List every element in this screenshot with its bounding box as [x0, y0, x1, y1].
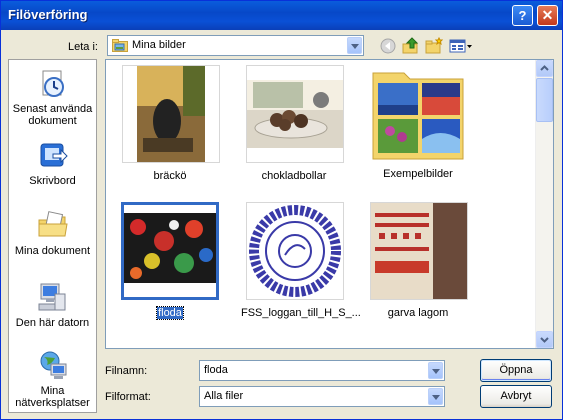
place-my-computer[interactable]: Den här datorn [9, 282, 96, 329]
file-name: floda [156, 306, 184, 320]
file-item[interactable]: chokladbollar [241, 65, 347, 182]
file-item[interactable]: Exempelbilder [365, 65, 471, 180]
title-bar[interactable]: Filöverföring ? ✕ [1, 1, 562, 30]
desktop-icon [37, 140, 69, 172]
filename-value: floda [204, 364, 228, 376]
filetype-value: Alla filer [204, 390, 244, 402]
scroll-thumb[interactable] [536, 78, 553, 122]
file-name: FSS_loggan_till_H_S_... [241, 307, 361, 319]
recent-documents-icon [37, 68, 69, 100]
file-list[interactable]: bräckö chokladbollar Exempelbilder floda… [105, 59, 554, 349]
file-item[interactable]: FSS_loggan_till_H_S_... [241, 202, 361, 319]
filename-input[interactable]: floda [199, 360, 445, 381]
filetype-chevron-down-icon[interactable] [428, 388, 443, 405]
place-label: Mina nätverksplatser [15, 385, 90, 409]
place-label: Mina dokument [14, 245, 91, 257]
file-item[interactable]: bräckö [117, 65, 223, 182]
close-button[interactable]: ✕ [537, 5, 558, 26]
cancel-button[interactable]: Avbryt [480, 385, 552, 408]
place-desktop[interactable]: Skrivbord [9, 140, 96, 187]
filetype-dropdown[interactable]: Alla filer [199, 386, 445, 407]
vertical-scrollbar[interactable] [535, 60, 553, 348]
filename-label: Filnamn: [105, 365, 148, 377]
place-recent-documents[interactable]: Senast använda dokument [9, 68, 96, 127]
place-my-network[interactable]: Mina nätverksplatser [9, 350, 96, 409]
places-bar: Senast använda dokument Skrivbord Mina d… [8, 59, 97, 413]
file-name: bräckö [153, 170, 187, 182]
file-thumbnail [246, 202, 344, 300]
place-label: Den här datorn [15, 317, 90, 329]
file-thumbnail [121, 202, 219, 300]
network-places-icon [37, 350, 69, 382]
window-title: Filöverföring [8, 7, 88, 22]
look-in-dropdown[interactable]: Mina bilder [107, 35, 364, 56]
file-name: Exempelbilder [383, 168, 453, 180]
filename-chevron-down-icon[interactable] [428, 362, 443, 379]
place-my-documents[interactable]: Mina dokument [9, 210, 96, 257]
new-folder-icon[interactable] [425, 36, 444, 55]
file-thumbnail [122, 65, 220, 163]
look-in-chevron-down-icon[interactable] [347, 37, 362, 54]
view-menu-icon[interactable] [449, 37, 473, 55]
scroll-up-button[interactable] [536, 60, 553, 77]
file-name: chokladbollar [261, 170, 327, 182]
scroll-down-button[interactable] [536, 331, 553, 348]
up-folder-icon[interactable] [402, 37, 420, 55]
file-name: garva lagom [387, 307, 449, 319]
file-transfer-dialog: Filöverföring ? ✕ Leta i: Mina bilder Se… [0, 0, 563, 420]
open-button[interactable]: Öppna [480, 359, 552, 382]
filetype-label: Filformat: [105, 391, 151, 403]
my-documents-folder-icon [37, 210, 69, 242]
file-item[interactable]: garva lagom [365, 202, 471, 319]
my-computer-icon [37, 282, 69, 314]
place-label: Skrivbord [29, 175, 76, 187]
my-pictures-folder-icon [112, 39, 128, 52]
back-icon[interactable] [379, 37, 397, 55]
file-thumbnail [246, 65, 344, 163]
help-button[interactable]: ? [512, 5, 533, 26]
look-in-label: Leta i: [68, 41, 98, 53]
sample-pictures-folder-icon [370, 65, 466, 161]
file-thumbnail [370, 202, 468, 300]
file-item-selected[interactable]: floda [117, 202, 223, 320]
place-label: Senast använda dokument [12, 103, 93, 127]
look-in-value: Mina bilder [132, 39, 186, 51]
